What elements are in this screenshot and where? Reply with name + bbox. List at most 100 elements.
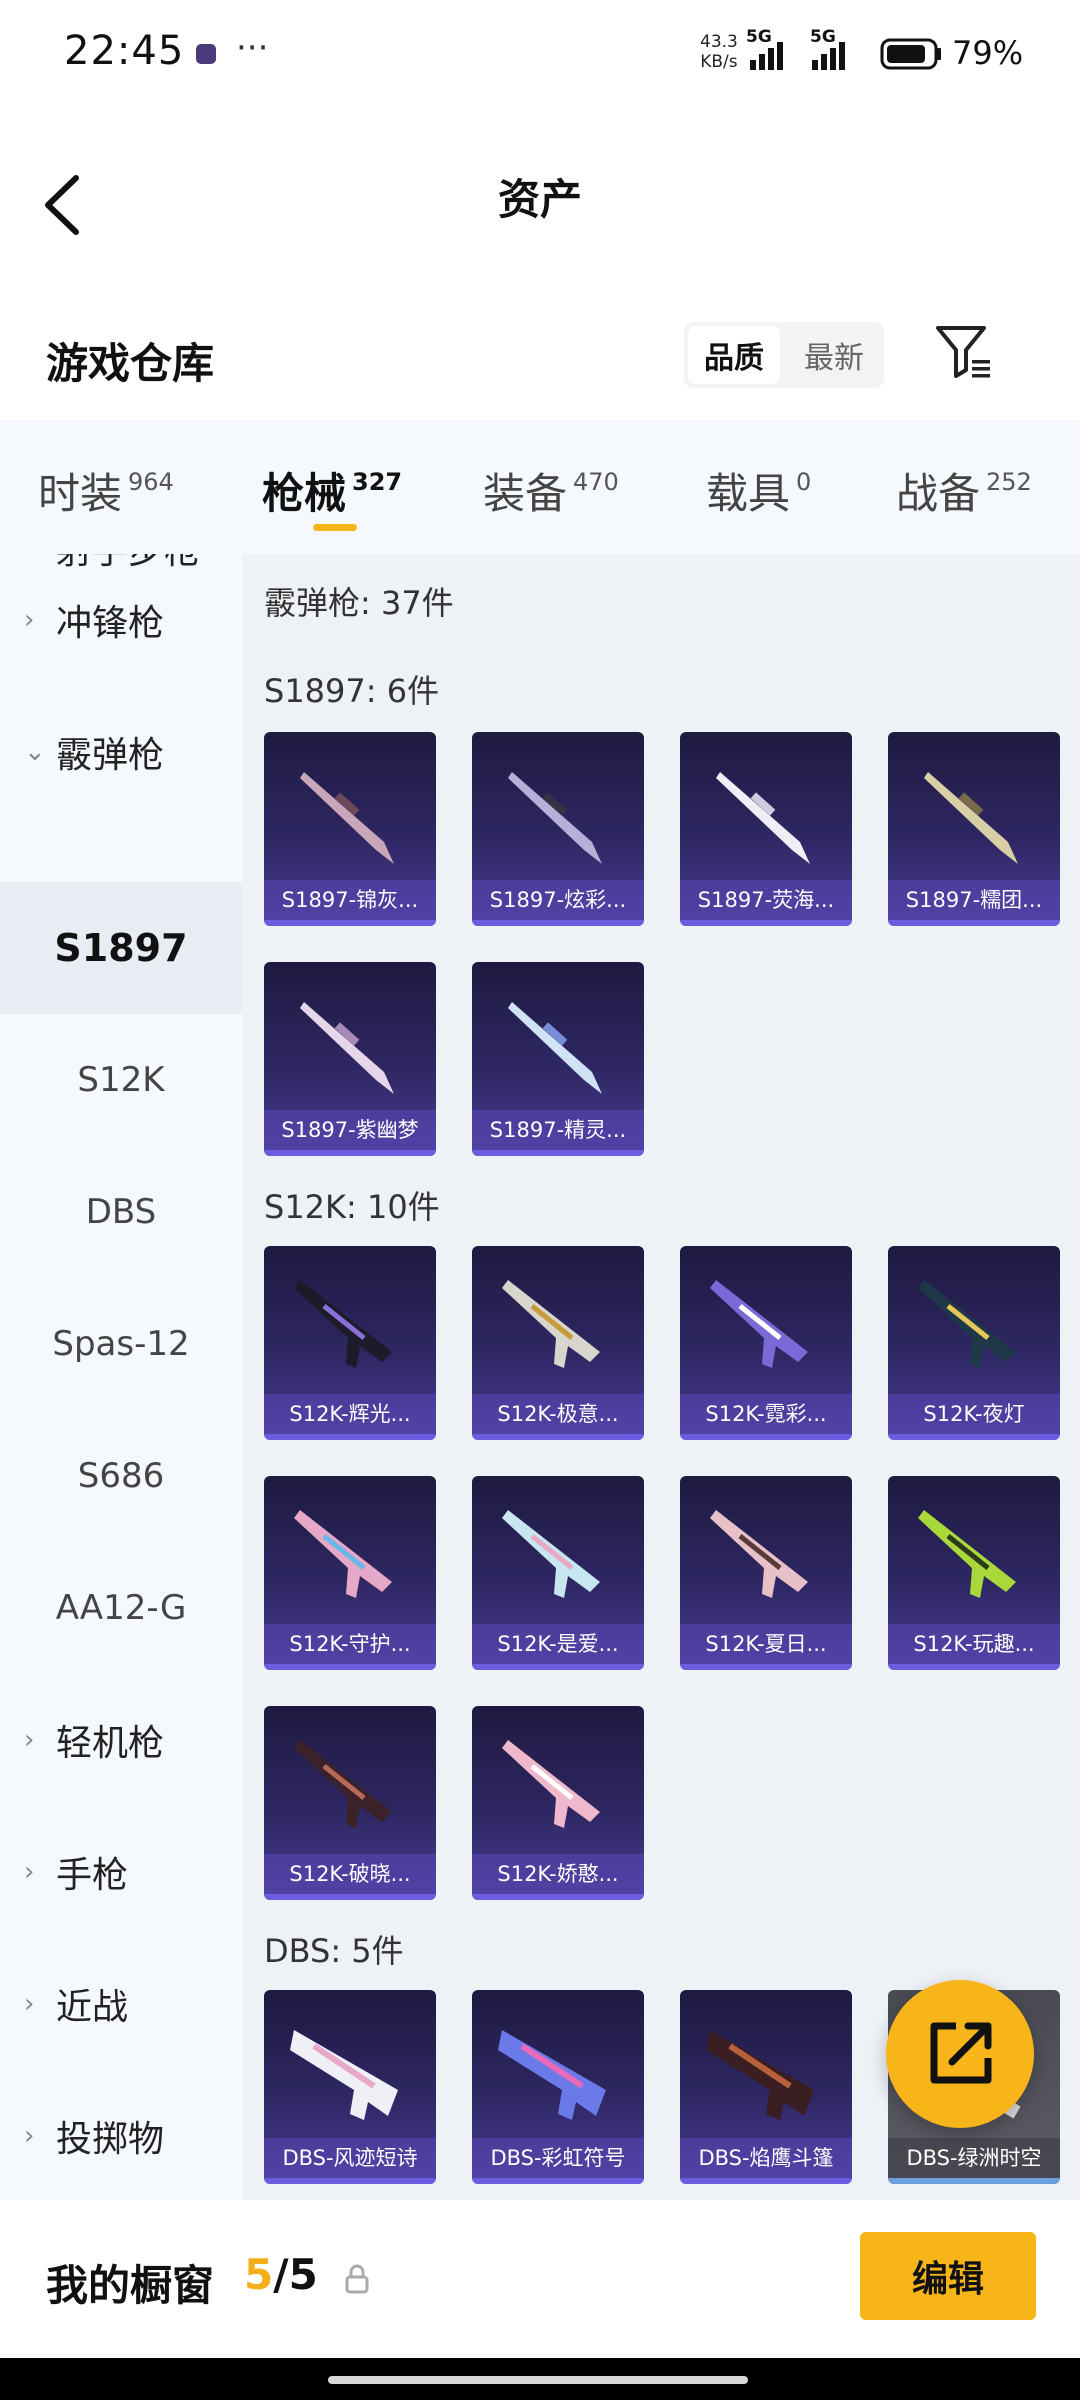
weapon-card[interactable]: DBS-彩虹符号	[472, 1990, 644, 2184]
rifle-shotgun-icon	[710, 1510, 808, 1598]
sidebar-item-lmg[interactable]: › 轻机枪	[0, 1674, 242, 1806]
sidebar-item-throwables[interactable]: › 投掷物	[0, 2070, 242, 2200]
sidebar-item-label: AA12-G	[55, 1588, 187, 1628]
showcase-used: 5	[244, 2250, 274, 2299]
weapon-card[interactable]: S12K-夏日...	[680, 1476, 852, 1670]
shotgun-icon	[716, 772, 810, 864]
showcase-title: 我的橱窗	[46, 2261, 215, 2310]
bullpup-shotgun-icon	[706, 2030, 814, 2120]
battery-percent: 79%	[952, 34, 1024, 72]
net2-label: 5G	[810, 27, 836, 47]
sidebar-item-label: 霰弹枪	[56, 735, 165, 776]
sidebar-item-label: 手枪	[56, 1855, 129, 1896]
signal-icons: 5G 5G	[746, 27, 941, 70]
weapon-card-label: S12K-极意...	[472, 1394, 644, 1434]
weapon-card-label: S12K-守护...	[264, 1624, 436, 1664]
sidebar-item-aa12g[interactable]: AA12-G	[0, 1542, 242, 1674]
chevron-right-icon: ›	[24, 2121, 35, 2151]
sidebar-item-s1897[interactable]: S1897	[0, 882, 242, 1014]
weapon-card[interactable]: S1897-荧海...	[680, 732, 852, 926]
home-indicator[interactable]	[328, 2376, 748, 2384]
weapon-card[interactable]: S1897-糯团...	[888, 732, 1060, 926]
sidebar-item-melee[interactable]: › 近战	[0, 1938, 242, 2070]
weapon-card-label: S12K-破晓...	[264, 1854, 436, 1894]
status-bar: 22:45 ··· 43.3 KB/s 5G 5G 79%	[0, 0, 1080, 110]
tab-supplies[interactable]: 战备 252	[896, 460, 1032, 521]
weapon-card[interactable]: DBS-焰鹰斗篷	[680, 1990, 852, 2184]
weapon-card-label: S12K-霓彩...	[680, 1394, 852, 1434]
showcase-separator: /	[273, 2250, 289, 2299]
tab-label: 装备	[483, 469, 568, 518]
weapon-card-label: S1897-糯团...	[888, 880, 1060, 920]
gesture-navigation-bar	[0, 2358, 1080, 2400]
edit-button[interactable]: 编辑	[860, 2232, 1036, 2320]
rifle-shotgun-icon	[502, 1510, 600, 1598]
weapon-card-label: S1897-锦灰...	[264, 880, 436, 920]
sidebar-item-pistol[interactable]: › 手枪	[0, 1806, 242, 1938]
weapon-card-label: DBS-彩虹符号	[472, 2138, 644, 2178]
tab-fashion[interactable]: 时装 964	[38, 460, 174, 521]
sidebar-item-s12k[interactable]: S12K	[0, 1014, 242, 1146]
weapon-card[interactable]: S1897-锦灰...	[264, 732, 436, 926]
tab-label: 载具	[706, 469, 791, 518]
weapon-card[interactable]: S1897-炫彩...	[472, 732, 644, 926]
weapon-card[interactable]: S12K-霓彩...	[680, 1246, 852, 1440]
rifle-shotgun-icon	[502, 1280, 600, 1368]
rifle-shotgun-icon	[710, 1280, 808, 1368]
shotgun-icon	[300, 1002, 394, 1094]
rifle-shotgun-icon	[918, 1510, 1016, 1598]
weapon-card[interactable]: S12K-是爱...	[472, 1476, 644, 1670]
tab-firearms[interactable]: 枪械 327	[262, 460, 402, 521]
weapon-card[interactable]: S12K-娇憨...	[472, 1706, 644, 1900]
top-header: 资产	[0, 110, 1080, 300]
rifle-shotgun-icon	[294, 1740, 392, 1828]
category-tabs: 时装 964 枪械 327 装备 470 载具 0 战备 252	[0, 420, 1080, 554]
weapon-card[interactable]: S1897-紫幽梦	[264, 962, 436, 1156]
weapon-card[interactable]: S12K-守护...	[264, 1476, 436, 1670]
shotgun-icon	[508, 772, 602, 864]
rifle-shotgun-icon	[918, 1280, 1016, 1368]
sidebar-item-s686[interactable]: S686	[0, 1410, 242, 1542]
weapon-card[interactable]: DBS-风迹短诗	[264, 1990, 436, 2184]
weapon-card[interactable]: S12K-极意...	[472, 1246, 644, 1440]
sidebar-item-dbs[interactable]: DBS	[0, 1146, 242, 1278]
active-tab-indicator	[313, 524, 357, 531]
filter-icon[interactable]	[934, 322, 994, 382]
sort-toggle: 品质 最新	[684, 322, 884, 388]
tab-count: 327	[352, 468, 403, 496]
tab-vehicles[interactable]: 载具 0	[706, 460, 811, 521]
weapon-card[interactable]: S12K-夜灯	[888, 1246, 1060, 1440]
weapon-card[interactable]: S12K-破晓...	[264, 1706, 436, 1900]
warehouse-header: 游戏仓库 品质 最新	[0, 300, 1080, 420]
weapon-card[interactable]: S1897-精灵...	[472, 962, 644, 1156]
sidebar-item-label: S12K	[77, 1060, 165, 1100]
sidebar-item-label: 近战	[56, 1987, 129, 2028]
network-speed-value: 43.3	[700, 32, 738, 52]
weapon-card[interactable]: S12K-玩趣...	[888, 1476, 1060, 1670]
sort-quality-button[interactable]: 品质	[688, 326, 780, 384]
app-notification-icon	[196, 44, 216, 64]
weapon-card-label: DBS-绿洲时空	[888, 2138, 1060, 2178]
sort-newest-button[interactable]: 最新	[788, 326, 880, 384]
warehouse-title: 游戏仓库	[46, 339, 215, 388]
sidebar-item-spas12[interactable]: Spas-12	[0, 1278, 242, 1410]
tab-count: 964	[128, 468, 174, 496]
weapon-category-sidebar: ›射手步枪 ›冲锋枪 ⌄霰弹枪 S1897 S12K DBS Spas-12 S…	[0, 554, 242, 2200]
tab-count: 470	[573, 468, 619, 496]
sidebar-item-smg[interactable]: › 冲锋枪	[0, 554, 242, 686]
shotgun-icon	[300, 772, 394, 864]
chevron-right-icon: ›	[24, 1857, 35, 1887]
weapon-card-label: S1897-炫彩...	[472, 880, 644, 920]
weapon-card[interactable]: S12K-辉光...	[264, 1246, 436, 1440]
tab-equipment[interactable]: 装备 470	[483, 460, 619, 521]
tab-count: 252	[986, 468, 1032, 496]
share-button[interactable]	[886, 1980, 1034, 2128]
showcase-bar: 我的橱窗 5/5 编辑	[0, 2200, 1080, 2358]
lock-icon	[345, 2264, 369, 2294]
weapon-card-label: S12K-夏日...	[680, 1624, 852, 1664]
sidebar-item-label: S686	[77, 1456, 165, 1496]
weapon-card-label: S12K-玩趣...	[888, 1624, 1060, 1664]
network-speed-unit: KB/s	[700, 52, 738, 72]
group-header-s1897: S1897: 6件	[264, 672, 440, 710]
sidebar-item-shotgun[interactable]: ⌄ 霰弹枪	[0, 686, 242, 818]
